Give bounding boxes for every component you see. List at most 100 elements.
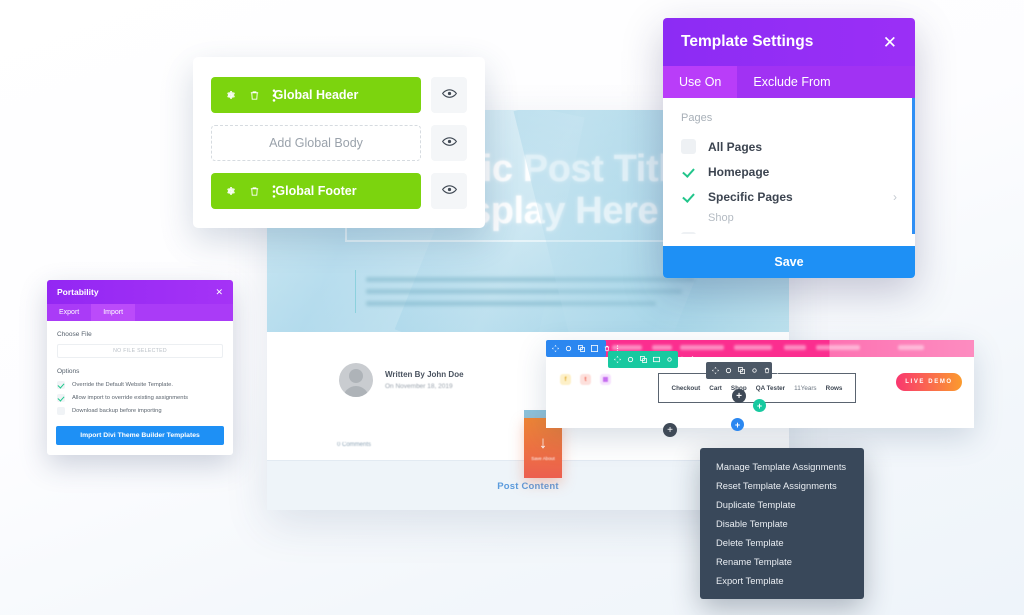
import-templates-button[interactable]: Import Divi Theme Builder Templates [56,426,224,445]
nav-item-11years[interactable]: 11Years [794,385,816,392]
social-icons: f t ▦ [560,374,611,385]
template-settings-modal: Template Settings ✕ Use On Exclude From … [663,18,915,278]
menu-ghost-item [784,345,806,350]
move-icon[interactable] [552,345,559,352]
eye-icon [441,134,457,152]
copy-icon[interactable] [653,356,660,363]
checkbox-children-of-specific-pages[interactable] [681,232,696,234]
global-body-visibility-toggle[interactable] [431,125,467,161]
menu-item-disable-template[interactable]: Disable Template [700,514,864,533]
settings-icon[interactable] [666,356,673,363]
option-override-default-template[interactable]: Override the Default Website Template. [57,381,223,389]
option-children-of-specific-pages[interactable]: Children of Specific Pages › [681,227,897,234]
menu-item-export-template[interactable]: Export Template [700,571,864,590]
save-icon[interactable] [591,345,598,352]
tab-exclude-from[interactable]: Exclude From [737,66,846,98]
kebab-icon[interactable] [776,367,779,374]
kebab-icon[interactable] [272,88,276,102]
menu-ghost-item [734,345,772,350]
modal-scrollbar[interactable] [912,98,915,234]
settings-icon[interactable] [751,367,758,374]
add-global-body-label: Add Global Body [269,136,363,150]
move-icon[interactable] [712,367,719,374]
chevron-right-icon[interactable]: › [893,233,897,235]
portability-header: Portability ✕ [47,280,233,304]
menu-item-delete-template[interactable]: Delete Template [700,533,864,552]
gear-icon[interactable] [224,185,237,198]
theme-builder-row: Global Header [211,77,467,113]
add-row-button[interactable]: + [753,399,766,412]
add-section-floating-button[interactable]: + [663,423,677,437]
add-global-body-bar[interactable]: Add Global Body [211,125,421,161]
checkbox-homepage[interactable] [681,164,696,179]
menu-ghost-item [816,345,860,350]
gear-icon[interactable] [725,367,732,374]
menu-item-rename-template[interactable]: Rename Template [700,552,864,571]
green-row-toolbar[interactable] [608,351,694,368]
chevron-right-icon[interactable]: › [893,190,897,204]
checkbox-all-pages[interactable] [681,139,696,154]
tab-use-on[interactable]: Use On [663,66,738,98]
kebab-icon[interactable] [691,356,694,363]
gear-icon[interactable] [627,356,634,363]
add-module-button[interactable]: + [732,389,746,403]
option-allow-import-override[interactable]: Allow import to override existing assign… [57,394,223,402]
template-settings-header: Template Settings ✕ [663,18,915,66]
option-specific-pages[interactable]: Specific Pages › [681,184,897,209]
gear-icon[interactable] [565,345,572,352]
close-icon[interactable]: ✕ [883,34,897,51]
checkbox-specific-pages[interactable] [681,189,696,204]
nav-item-rows[interactable]: Rows [826,385,843,392]
author-name: Written By John Doe [385,370,464,379]
blue-module-toolbar[interactable] [546,340,619,357]
save-about-tab-label: Save About [531,455,555,461]
dark-section-toolbar[interactable] [706,362,779,379]
template-settings-tabs: Use On Exclude From [663,66,915,98]
trash-icon[interactable] [764,367,770,374]
options-label: Options [57,368,80,375]
checkbox-override-default-template[interactable] [57,381,65,389]
trash-icon[interactable] [249,185,260,198]
gear-icon[interactable] [224,89,237,102]
instagram-icon[interactable]: ▦ [600,374,611,385]
theme-builder-row: Global Footer [211,173,467,209]
checkbox-download-backup[interactable] [57,407,65,415]
move-icon[interactable] [614,356,621,363]
global-header-bar[interactable]: Global Header [211,77,421,113]
trash-icon[interactable] [249,89,260,102]
author-date: On November 18, 2019 [385,383,453,390]
menu-item-duplicate-template[interactable]: Duplicate Template [700,495,864,514]
global-footer-visibility-toggle[interactable] [431,173,467,209]
tab-export[interactable]: Export [47,304,91,321]
file-input[interactable]: NO FILE SELECTED [57,344,223,358]
option-download-backup[interactable]: Download backup before importing [57,407,223,415]
portability-title: Portability [57,287,99,297]
avatar [339,363,373,397]
nav-item-checkout[interactable]: Checkout [672,385,701,392]
duplicate-icon[interactable] [578,345,585,352]
facebook-icon[interactable]: f [560,374,571,385]
trash-icon[interactable] [679,356,685,363]
option-label: Homepage [708,164,770,179]
live-demo-button[interactable]: LIVE DEMO [896,373,962,391]
global-header-visibility-toggle[interactable] [431,77,467,113]
option-homepage[interactable]: Homepage [681,159,897,184]
duplicate-icon[interactable] [738,367,745,374]
menu-item-reset-template-assignments[interactable]: Reset Template Assignments [700,476,864,495]
kebab-icon[interactable] [272,184,276,198]
menu-item-manage-template-assignments[interactable]: Manage Template Assignments [700,457,864,476]
option-label: All Pages [708,139,763,154]
tab-import[interactable]: Import [91,304,136,321]
download-arrow-icon: ↓ [538,432,548,452]
checkbox-allow-import-override[interactable] [57,394,65,402]
option-all-pages[interactable]: All Pages [681,134,897,159]
nav-item-cart[interactable]: Cart [709,385,722,392]
save-button[interactable]: Save [663,246,915,278]
global-footer-bar[interactable]: Global Footer [211,173,421,209]
twitter-icon[interactable]: t [580,374,591,385]
option-label: Specific Pages [708,189,793,204]
nav-item-qa-tester[interactable]: QA Tester [756,385,785,392]
close-icon[interactable]: ✕ [215,287,223,298]
add-section-button[interactable]: + [731,418,744,431]
duplicate-icon[interactable] [640,356,647,363]
